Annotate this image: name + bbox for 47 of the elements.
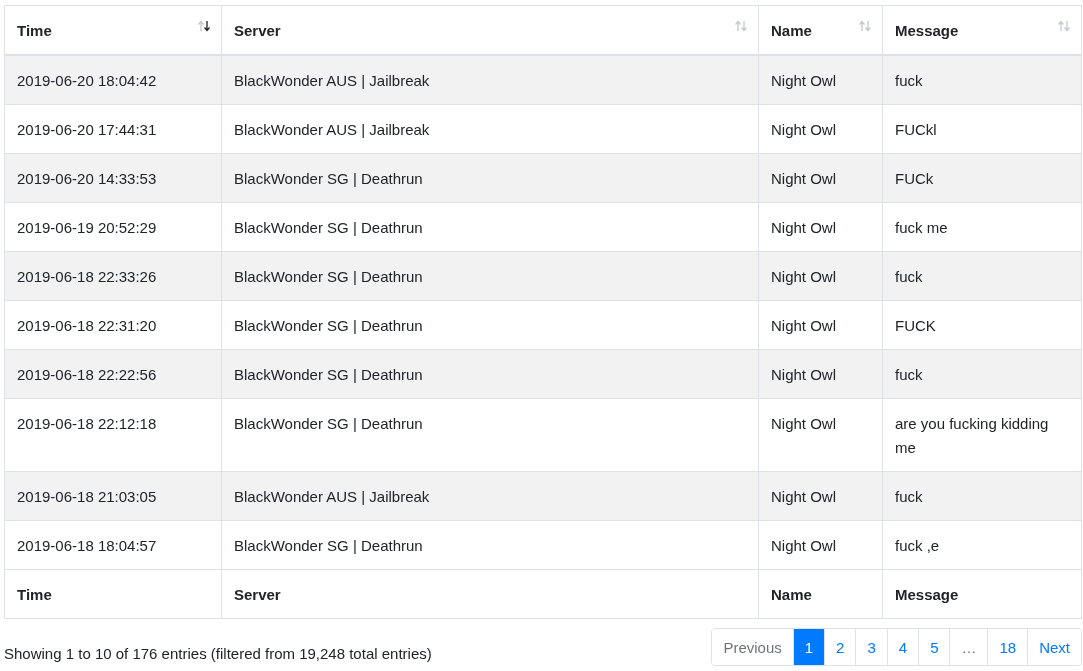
- table-cell: 2019-06-19 20:52:29: [4, 202, 222, 252]
- table-cell: BlackWonder AUS | Jailbreak: [221, 471, 759, 521]
- table-cell: are you fucking kidding me: [882, 398, 1082, 472]
- table-cell: BlackWonder AUS | Jailbreak: [221, 55, 759, 105]
- table-cell: FUCkl: [882, 104, 1082, 154]
- table-cell: Night Owl: [758, 202, 883, 252]
- table-cell: Night Owl: [758, 300, 883, 350]
- table-cell: BlackWonder AUS | Jailbreak: [221, 104, 759, 154]
- table-cell: fuck ,e: [882, 520, 1082, 570]
- table-cell: 2019-06-18 21:03:05: [4, 471, 222, 521]
- table-cell: Night Owl: [758, 398, 883, 472]
- table-cell: BlackWonder SG | Deathrun: [221, 202, 759, 252]
- table-cell: Night Owl: [758, 520, 883, 570]
- table-cell: BlackWonder SG | Deathrun: [221, 398, 759, 472]
- column-footer: Server: [221, 569, 759, 619]
- column-footer: Message: [882, 569, 1082, 619]
- table-cell: Night Owl: [758, 55, 883, 105]
- table-cell: Night Owl: [758, 153, 883, 203]
- table-cell: FUCK: [882, 300, 1082, 350]
- page-link[interactable]: 1: [792, 629, 825, 665]
- table-cell: fuck: [882, 251, 1082, 301]
- entries-info: Showing 1 to 10 of 176 entries (filtered from 19,248 total entries): [4, 645, 432, 664]
- table-cell: BlackWonder SG | Deathrun: [221, 153, 759, 203]
- table-cell: 2019-06-18 22:33:26: [4, 251, 222, 301]
- table-cell: BlackWonder SG | Deathrun: [221, 251, 759, 301]
- table-cell: 2019-06-18 22:22:56: [4, 349, 222, 399]
- column-footer: Name: [758, 569, 883, 619]
- table-cell: 2019-06-18 18:04:57: [4, 520, 222, 570]
- table-cell: Night Owl: [758, 349, 883, 399]
- table-cell: 2019-06-20 14:33:53: [4, 153, 222, 203]
- page-link[interactable]: Next: [1027, 629, 1081, 665]
- table-cell: fuck: [882, 349, 1082, 399]
- table-cell: 2019-06-20 18:04:42: [4, 55, 222, 105]
- table-cell: Night Owl: [758, 104, 883, 154]
- column-footer: Time: [4, 569, 222, 619]
- table-cell: 2019-06-18 22:12:18: [4, 398, 222, 472]
- table-cell: fuck: [882, 471, 1082, 521]
- table-cell: BlackWonder SG | Deathrun: [221, 300, 759, 350]
- table-cell: 2019-06-18 22:31:20: [4, 300, 222, 350]
- table-cell: fuck: [882, 55, 1082, 105]
- table-cell: BlackWonder SG | Deathrun: [221, 349, 759, 399]
- table-cell: FUCk: [882, 153, 1082, 203]
- table-cell: BlackWonder SG | Deathrun: [221, 520, 759, 570]
- table-cell: Night Owl: [758, 251, 883, 301]
- table-cell: 2019-06-20 17:44:31: [4, 104, 222, 154]
- table-cell: fuck me: [882, 202, 1082, 252]
- table-cell: Night Owl: [758, 471, 883, 521]
